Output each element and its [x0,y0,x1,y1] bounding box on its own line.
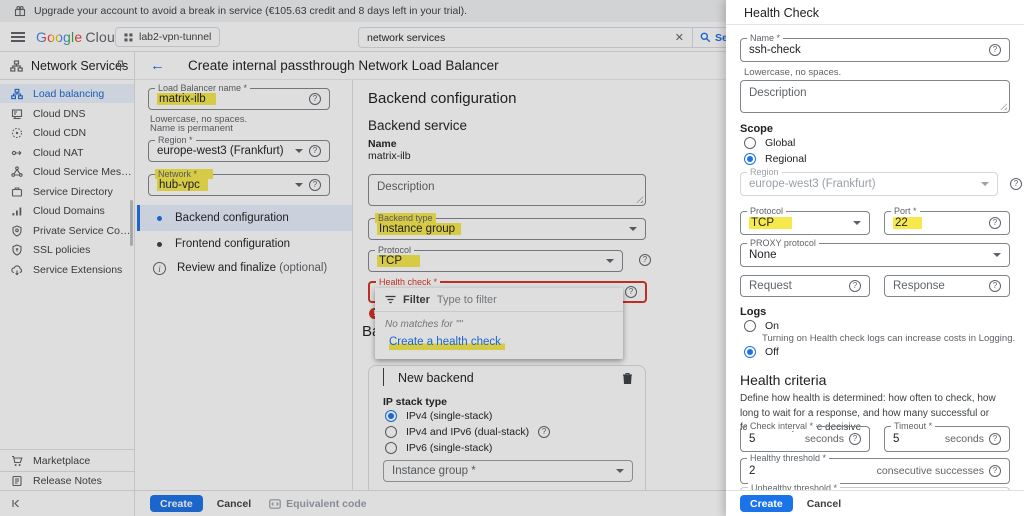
health-check-panel: Health Check Name * ? Lowercase, no spac… [726,0,1024,516]
healthy-threshold-field[interactable]: Healthy threshold * consecutive successe… [740,458,1010,484]
hc-name-help: Lowercase, no spaces. [744,67,841,78]
panel-action-bar: Create Cancel [726,490,1024,516]
hc-protocol-select[interactable]: Protocol TCP [740,211,870,235]
hc-region-select: Region europe-west3 (Frankfurt) [740,172,998,196]
check-interval-input[interactable] [749,433,805,445]
timeout-field[interactable]: Timeout * seconds ? [884,426,1010,452]
check-interval-field[interactable]: Check interval * seconds ? [740,426,870,452]
radio-selected-icon[interactable] [744,346,756,358]
overlay-scrim [0,0,726,516]
radio-logs-off[interactable]: Off [744,346,779,358]
radio-logs-on[interactable]: On [744,320,779,332]
hc-name-input[interactable] [749,44,983,56]
chevron-down-icon [853,221,861,225]
help-icon[interactable]: ? [849,433,861,445]
hc-port-field[interactable]: Port * 22 ? [884,211,1010,235]
radio-scope-global[interactable]: Global [744,137,795,149]
hc-response-field[interactable]: ? [884,275,1010,297]
chevron-down-icon [993,253,1001,257]
chevron-down-icon [981,182,989,186]
hc-request-field[interactable]: ? [740,275,870,297]
hc-response-input[interactable] [893,280,983,292]
help-icon[interactable]: ? [989,433,1001,445]
radio-scope-regional[interactable]: Regional [744,153,806,165]
help-icon[interactable]: ? [989,465,1001,477]
panel-title: Health Check [744,6,819,20]
radio-selected-icon[interactable] [744,153,756,165]
hc-name-field[interactable]: Name * ? [740,38,1010,62]
help-icon[interactable]: ? [849,280,861,292]
help-icon[interactable]: ? [989,44,1001,56]
gcp-console: Upgrade your account to avoid a break in… [0,0,1024,516]
timeout-input[interactable] [893,433,945,445]
radio-icon[interactable] [744,137,756,149]
logs-on-help: Turning on Health check logs can increas… [762,333,1015,344]
panel-divider [726,24,1024,25]
healthy-threshold-input[interactable] [749,465,877,477]
panel-cancel-button[interactable]: Cancel [807,498,841,510]
help-icon[interactable]: ? [1010,178,1022,190]
hc-request-input[interactable] [749,280,843,292]
help-icon[interactable]: ? [989,217,1001,229]
scope-label: Scope [740,123,773,135]
hc-proxy-select[interactable]: PROXY protocol None [740,243,1010,267]
hc-description-textarea[interactable] [740,80,1010,113]
health-criteria-heading: Health criteria [740,372,826,388]
help-icon[interactable]: ? [989,280,1001,292]
panel-create-button[interactable]: Create [740,495,793,512]
radio-icon[interactable] [744,320,756,332]
logs-label: Logs [740,306,766,318]
